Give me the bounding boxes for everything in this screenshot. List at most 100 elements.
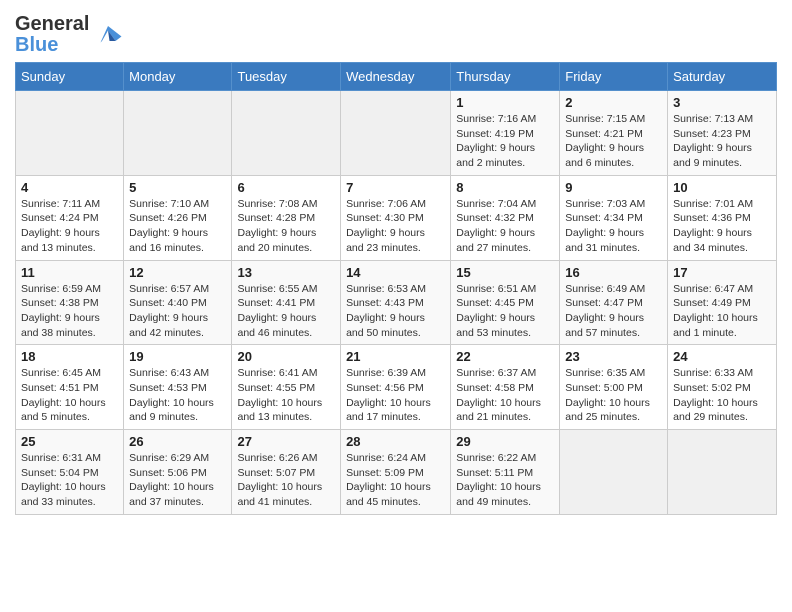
- day-number: 13: [237, 265, 335, 280]
- day-number: 10: [673, 180, 771, 195]
- logo: General Blue: [15, 14, 123, 56]
- day-cell: 24 Sunrise: 6:33 AM Sunset: 5:02 PM Dayli…: [668, 345, 777, 430]
- day-info: Sunrise: 6:41 AM Sunset: 4:55 PM Dayligh…: [237, 366, 335, 425]
- day-info: Sunrise: 7:06 AM Sunset: 4:30 PM Dayligh…: [346, 197, 445, 256]
- day-cell: 22 Sunrise: 6:37 AM Sunset: 4:58 PM Dayli…: [451, 345, 560, 430]
- day-cell: 21Sunrise: 6:39 AM Sunset: 4:56 PM Dayli…: [341, 345, 451, 430]
- day-info: Sunrise: 6:37 AM Sunset: 4:58 PM Dayligh…: [456, 366, 554, 425]
- day-cell: 29 Sunrise: 6:22 AM Sunset: 5:11 PM Dayli…: [451, 430, 560, 515]
- week-row-1: 1Sunrise: 7:16 AM Sunset: 4:19 PM Daylig…: [16, 91, 777, 176]
- day-info: Sunrise: 6:35 AM Sunset: 5:00 PM Dayligh…: [565, 366, 662, 425]
- day-info: Sunrise: 6:29 AM Sunset: 5:06 PM Dayligh…: [129, 451, 226, 510]
- day-number: 6: [237, 180, 335, 195]
- day-cell: 3 Sunrise: 7:13 AM Sunset: 4:23 PM Daylig…: [668, 91, 777, 176]
- day-cell: 12 Sunrise: 6:57 AM Sunset: 4:40 PM Dayli…: [124, 260, 232, 345]
- day-cell: 4Sunrise: 7:11 AM Sunset: 4:24 PM Daylig…: [16, 175, 124, 260]
- day-number: 22: [456, 349, 554, 364]
- day-info: Sunrise: 6:51 AM Sunset: 4:45 PM Dayligh…: [456, 282, 554, 341]
- day-cell: 11 Sunrise: 6:59 AM Sunset: 4:38 PM Dayli…: [16, 260, 124, 345]
- day-cell: 6 Sunrise: 7:08 AM Sunset: 4:28 PM Daylig…: [232, 175, 341, 260]
- day-number: 20: [237, 349, 335, 364]
- logo-line1: General: [15, 14, 89, 35]
- week-row-3: 11 Sunrise: 6:59 AM Sunset: 4:38 PM Dayli…: [16, 260, 777, 345]
- day-cell: 14 Sunrise: 6:53 AM Sunset: 4:43 PM Dayli…: [341, 260, 451, 345]
- day-info: Sunrise: 7:10 AM Sunset: 4:26 PM Dayligh…: [129, 197, 226, 256]
- day-number: 2: [565, 95, 662, 110]
- day-info: Sunrise: 6:26 AM Sunset: 5:07 PM Dayligh…: [237, 451, 335, 510]
- day-info: Sunrise: 7:08 AM Sunset: 4:28 PM Dayligh…: [237, 197, 335, 256]
- weekday-header-thursday: Thursday: [451, 63, 560, 91]
- page: General Blue SundayMondayTuesdayWednesda…: [0, 0, 792, 525]
- day-cell: 8Sunrise: 7:04 AM Sunset: 4:32 PM Daylig…: [451, 175, 560, 260]
- week-row-5: 25 Sunrise: 6:31 AM Sunset: 5:04 PM Dayli…: [16, 430, 777, 515]
- day-number: 21: [346, 349, 445, 364]
- calendar-table: SundayMondayTuesdayWednesdayThursdayFrid…: [15, 62, 777, 515]
- day-info: Sunrise: 7:15 AM Sunset: 4:21 PM Dayligh…: [565, 112, 662, 171]
- day-number: 17: [673, 265, 771, 280]
- day-cell: 23Sunrise: 6:35 AM Sunset: 5:00 PM Dayli…: [560, 345, 668, 430]
- day-info: Sunrise: 6:59 AM Sunset: 4:38 PM Dayligh…: [21, 282, 118, 341]
- day-cell: 20 Sunrise: 6:41 AM Sunset: 4:55 PM Dayli…: [232, 345, 341, 430]
- day-cell: 25 Sunrise: 6:31 AM Sunset: 5:04 PM Dayli…: [16, 430, 124, 515]
- header: General Blue: [15, 10, 777, 56]
- day-info: Sunrise: 7:11 AM Sunset: 4:24 PM Dayligh…: [21, 197, 118, 256]
- day-number: 24: [673, 349, 771, 364]
- day-number: 12: [129, 265, 226, 280]
- day-number: 7: [346, 180, 445, 195]
- day-number: 3: [673, 95, 771, 110]
- day-number: 11: [21, 265, 118, 280]
- weekday-header-saturday: Saturday: [668, 63, 777, 91]
- day-number: 15: [456, 265, 554, 280]
- day-cell: 13 Sunrise: 6:55 AM Sunset: 4:41 PM Dayli…: [232, 260, 341, 345]
- day-cell: [341, 91, 451, 176]
- day-info: Sunrise: 6:24 AM Sunset: 5:09 PM Dayligh…: [346, 451, 445, 510]
- day-cell: 28Sunrise: 6:24 AM Sunset: 5:09 PM Dayli…: [341, 430, 451, 515]
- day-cell: 1Sunrise: 7:16 AM Sunset: 4:19 PM Daylig…: [451, 91, 560, 176]
- weekday-header-monday: Monday: [124, 63, 232, 91]
- day-number: 9: [565, 180, 662, 195]
- day-cell: [560, 430, 668, 515]
- day-info: Sunrise: 6:53 AM Sunset: 4:43 PM Dayligh…: [346, 282, 445, 341]
- day-info: Sunrise: 6:57 AM Sunset: 4:40 PM Dayligh…: [129, 282, 226, 341]
- logo-text: General Blue: [15, 14, 123, 56]
- day-number: 16: [565, 265, 662, 280]
- day-info: Sunrise: 6:22 AM Sunset: 5:11 PM Dayligh…: [456, 451, 554, 510]
- day-number: 14: [346, 265, 445, 280]
- day-info: Sunrise: 6:49 AM Sunset: 4:47 PM Dayligh…: [565, 282, 662, 341]
- day-number: 27: [237, 434, 335, 449]
- day-cell: 18 Sunrise: 6:45 AM Sunset: 4:51 PM Dayli…: [16, 345, 124, 430]
- week-row-4: 18 Sunrise: 6:45 AM Sunset: 4:51 PM Dayli…: [16, 345, 777, 430]
- day-info: Sunrise: 6:43 AM Sunset: 4:53 PM Dayligh…: [129, 366, 226, 425]
- day-number: 25: [21, 434, 118, 449]
- day-info: Sunrise: 7:13 AM Sunset: 4:23 PM Dayligh…: [673, 112, 771, 171]
- day-info: Sunrise: 7:04 AM Sunset: 4:32 PM Dayligh…: [456, 197, 554, 256]
- day-cell: [668, 430, 777, 515]
- day-cell: 10 Sunrise: 7:01 AM Sunset: 4:36 PM Dayli…: [668, 175, 777, 260]
- day-number: 18: [21, 349, 118, 364]
- logo-icon: [93, 20, 123, 50]
- day-info: Sunrise: 6:33 AM Sunset: 5:02 PM Dayligh…: [673, 366, 771, 425]
- day-cell: 17 Sunrise: 6:47 AM Sunset: 4:49 PM Dayli…: [668, 260, 777, 345]
- logo-line2: Blue: [15, 35, 89, 56]
- day-cell: 19 Sunrise: 6:43 AM Sunset: 4:53 PM Dayli…: [124, 345, 232, 430]
- week-row-2: 4Sunrise: 7:11 AM Sunset: 4:24 PM Daylig…: [16, 175, 777, 260]
- day-info: Sunrise: 7:01 AM Sunset: 4:36 PM Dayligh…: [673, 197, 771, 256]
- weekday-header-sunday: Sunday: [16, 63, 124, 91]
- day-cell: 27 Sunrise: 6:26 AM Sunset: 5:07 PM Dayli…: [232, 430, 341, 515]
- day-number: 19: [129, 349, 226, 364]
- weekday-header-friday: Friday: [560, 63, 668, 91]
- day-info: Sunrise: 6:45 AM Sunset: 4:51 PM Dayligh…: [21, 366, 118, 425]
- day-info: Sunrise: 6:47 AM Sunset: 4:49 PM Dayligh…: [673, 282, 771, 341]
- day-number: 26: [129, 434, 226, 449]
- day-cell: [16, 91, 124, 176]
- day-cell: 7 Sunrise: 7:06 AM Sunset: 4:30 PM Daylig…: [341, 175, 451, 260]
- day-cell: 26 Sunrise: 6:29 AM Sunset: 5:06 PM Dayli…: [124, 430, 232, 515]
- day-number: 29: [456, 434, 554, 449]
- day-cell: 5 Sunrise: 7:10 AM Sunset: 4:26 PM Daylig…: [124, 175, 232, 260]
- day-cell: [124, 91, 232, 176]
- day-info: Sunrise: 6:55 AM Sunset: 4:41 PM Dayligh…: [237, 282, 335, 341]
- day-number: 5: [129, 180, 226, 195]
- day-cell: 9Sunrise: 7:03 AM Sunset: 4:34 PM Daylig…: [560, 175, 668, 260]
- day-info: Sunrise: 7:16 AM Sunset: 4:19 PM Dayligh…: [456, 112, 554, 171]
- day-info: Sunrise: 6:31 AM Sunset: 5:04 PM Dayligh…: [21, 451, 118, 510]
